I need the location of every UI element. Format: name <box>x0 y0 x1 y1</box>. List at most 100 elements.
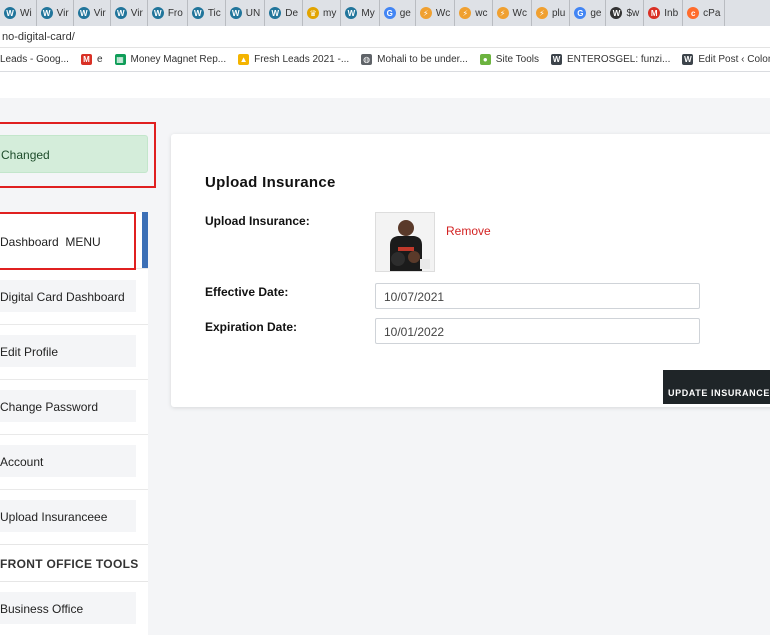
browser-tab[interactable]: ⚡ wc <box>455 0 493 26</box>
browser-tab-label: Vir <box>93 7 106 19</box>
card-title: Upload Insurance <box>205 174 336 191</box>
browser-tab[interactable]: W Vir <box>111 0 148 26</box>
browser-tab[interactable]: W My <box>341 0 380 26</box>
browser-tab-label: ge <box>399 7 411 19</box>
expiration-date-value: 10/01/2022 <box>384 325 445 339</box>
insurance-image-thumbnail[interactable] <box>375 212 435 272</box>
browser-tab-strip: W Wi W Vir W Vir W Vir W Fro W Tic W UN W De ♛ my W My Gge ⚡ W… <box>0 0 770 26</box>
browser-tab[interactable]: ⚡ Wc <box>493 0 532 26</box>
browser-tab-label: Vir <box>130 7 143 19</box>
remove-image-link[interactable]: Remove <box>446 224 491 238</box>
browser-tab[interactable]: W UN <box>226 0 266 26</box>
plugin-icon: ⚡ <box>459 7 472 19</box>
sidebar-item-change-password[interactable]: Change Password <box>0 390 136 422</box>
browser-tab[interactable]: W Vir <box>37 0 74 26</box>
bookmark-item[interactable]: Me <box>80 54 103 65</box>
crown-icon: ♛ <box>307 7 320 19</box>
browser-tab-label: my <box>323 7 337 19</box>
sidebar-item-account[interactable]: Account <box>0 445 136 477</box>
cpanel-icon: c <box>687 7 700 19</box>
sidebar-item-label: Digital Card Dashboard <box>0 290 125 304</box>
browser-tab[interactable]: ♛ my <box>303 0 342 26</box>
annotation-highlight-alert <box>0 122 156 188</box>
browser-tab[interactable]: W Wi <box>0 0 37 26</box>
bookmark-item[interactable]: Leads - Goog... <box>0 54 69 65</box>
bookmark-label: Fresh Leads 2021 -... <box>254 54 350 65</box>
effective-date-label: Effective Date: <box>205 285 289 299</box>
browser-tab-label: Inb <box>664 7 679 19</box>
wordpress-icon: W <box>550 54 562 65</box>
wordpress-icon: W <box>40 7 53 19</box>
bookmark-label: ENTEROSGEL: funzi... <box>566 54 671 65</box>
browser-tab[interactable]: Gge <box>570 0 607 26</box>
sidebar-item-label: Business Office <box>0 602 84 616</box>
browser-tab[interactable]: W Tic <box>188 0 226 26</box>
browser-tab[interactable]: W $w <box>606 0 645 26</box>
sheet-icon: ▦ <box>114 54 126 65</box>
sidebar-item-label: Change Password <box>0 400 99 414</box>
wordpress-icon: W <box>151 7 164 19</box>
bookmark-label: Leads - Goog... <box>0 54 69 65</box>
wordpress-icon: W <box>229 7 242 19</box>
update-insurance-button[interactable]: UPDATE INSURANCE <box>663 370 770 404</box>
browser-tab[interactable]: ⚡ Wc <box>416 0 456 26</box>
wordpress-icon: W <box>191 7 204 19</box>
bookmark-label: Edit Post ‹ Colon Irri... <box>698 54 770 65</box>
sidebar-divider <box>0 489 148 490</box>
wordpress-icon: W <box>77 7 90 19</box>
browser-tab-label: UN <box>245 7 261 19</box>
section-heading-label: FRONT OFFICE TOOLS <box>0 557 139 571</box>
sidebar-item-digital-card-dashboard[interactable]: Digital Card Dashboard <box>0 280 136 312</box>
drive-icon: ▲ <box>238 54 250 65</box>
address-url[interactable]: no-digital-card/ <box>2 31 75 43</box>
sidebar-divider <box>0 324 148 325</box>
bookmark-item[interactable]: ◍ Mohali to be under... <box>361 54 468 65</box>
sidebar-item-upload-insurance[interactable]: Upload Insuranceee <box>0 500 136 532</box>
google-icon: G <box>383 7 396 19</box>
browser-tab-label: wc <box>475 7 488 19</box>
upload-insurance-label: Upload Insurance: <box>205 214 310 228</box>
browser-tab[interactable]: c cPa <box>683 0 726 26</box>
browser-tab-label: Wc <box>512 7 527 19</box>
expiration-date-label: Expiration Date: <box>205 320 298 334</box>
browser-tab[interactable]: ⚡ plu <box>532 0 571 26</box>
sidebar-item-label: Account <box>0 455 44 469</box>
browser-tab[interactable]: M Inb <box>644 0 684 26</box>
bookmark-item[interactable]: ▲ Fresh Leads 2021 -... <box>238 54 349 65</box>
browser-tab-label: Vir <box>56 7 69 19</box>
browser-tab-label: Wi <box>20 7 32 19</box>
browser-tab[interactable]: W Fro <box>148 0 188 26</box>
browser-tab-label: cPa <box>703 7 721 19</box>
google-icon: G <box>574 7 587 19</box>
active-indicator <box>142 212 148 268</box>
sidebar-item-label: Upload Insuranceee <box>0 510 108 524</box>
browser-tab[interactable]: W Vir <box>74 0 111 26</box>
wordpress-icon: W <box>4 7 16 19</box>
sidebar-section-heading: FRONT OFFICE TOOLS <box>0 544 148 582</box>
bookmark-item[interactable]: W Edit Post ‹ Colon Irri... <box>682 54 770 65</box>
bookmark-label: e <box>96 54 103 65</box>
bookmark-item[interactable]: ▦ Money Magnet Rep... <box>114 54 227 65</box>
bookmark-label: Money Magnet Rep... <box>130 54 227 65</box>
bookmark-label: Mohali to be under... <box>377 54 468 65</box>
sidebar-item-business-office[interactable]: Business Office <box>0 592 136 624</box>
person-photo-icon <box>376 213 434 271</box>
wikipedia-icon: W <box>610 7 623 19</box>
browser-tab[interactable]: Gge <box>380 0 416 26</box>
sidebar-item-label: Edit Profile <box>0 345 59 359</box>
effective-date-input[interactable]: 10/07/2021 <box>375 283 700 309</box>
browser-tab-label: $w <box>626 7 640 19</box>
bookmark-item[interactable]: ● Site Tools <box>479 54 539 65</box>
expiration-date-input[interactable]: 10/01/2022 <box>375 318 700 344</box>
sitetools-icon: ● <box>479 54 491 65</box>
effective-date-value: 10/07/2021 <box>384 290 445 304</box>
sidebar-item-edit-profile[interactable]: Edit Profile <box>0 335 136 367</box>
page-top-strip <box>0 72 770 98</box>
browser-tab-label: Wc <box>435 7 451 19</box>
browser-tab-label: Fro <box>167 7 183 19</box>
address-bar[interactable]: no-digital-card/ <box>0 26 770 48</box>
browser-tab-label: plu <box>551 7 566 19</box>
bookmark-item[interactable]: W ENTEROSGEL: funzi... <box>550 54 671 65</box>
browser-tab[interactable]: W De <box>265 0 304 26</box>
plugin-icon: ⚡ <box>535 7 548 19</box>
